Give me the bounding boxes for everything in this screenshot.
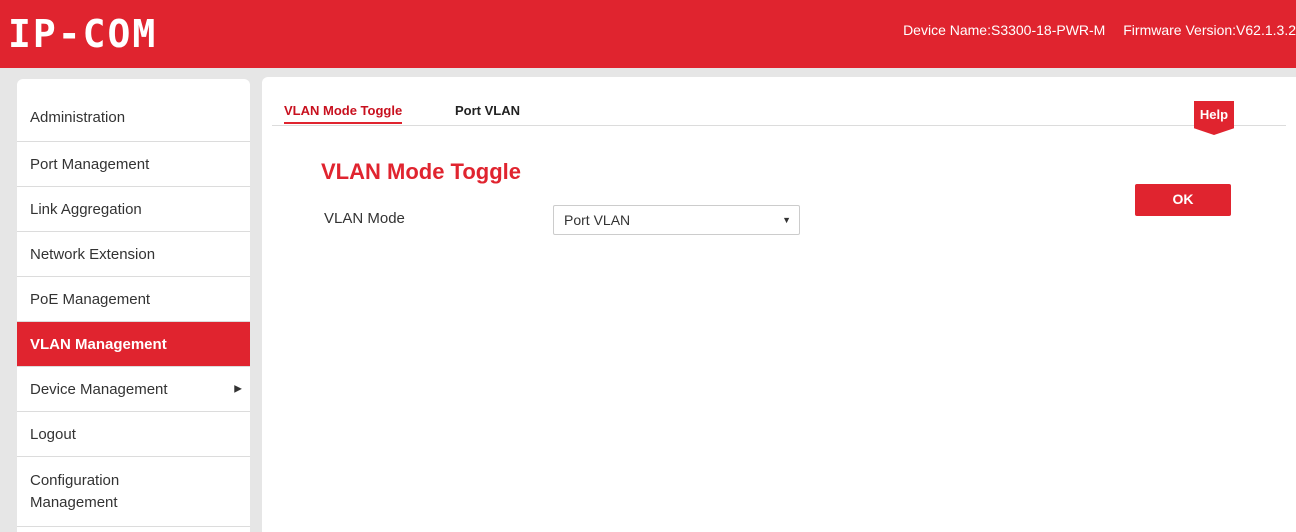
sidebar-item-label: Link Aggregation [30,200,142,218]
chevron-down-icon: ▼ [782,215,791,225]
sidebar-item-port-management[interactable]: Port Management [17,142,250,187]
sidebar-item-administration[interactable]: Administration [17,79,250,142]
device-info: Device Name:S3300-18-PWR-M Firmware Vers… [889,22,1296,38]
sidebar-item-label: Network Extension [30,245,156,263]
tab-bar: VLAN Mode Toggle Port VLAN Help [272,101,1286,135]
sidebar-item-label: Administration [30,108,126,126]
page-title: VLAN Mode Toggle [321,159,522,184]
tab-vlan-mode-toggle[interactable]: VLAN Mode Toggle [284,103,403,124]
sidebar-item-label: Port Management [30,155,150,173]
sidebar-item-label: Configuration Management [30,471,120,511]
device-name-text: Device Name:S3300-18-PWR-M [903,22,1106,38]
vlan-mode-selected-value: Port VLAN [564,212,631,228]
triangle-right-icon: ▶ [234,383,242,395]
main-content-panel: VLAN Mode Toggle Port VLAN Help VLAN Mod… [262,77,1296,532]
sidebar-item-network-extension[interactable]: Network Extension [17,232,250,277]
brand-logo: IP-COM [8,12,158,56]
sidebar-item-label: Logout [30,425,76,443]
ok-button[interactable]: OK [1135,184,1231,216]
sidebar-item-poe-management[interactable]: PoE Management [17,277,250,322]
help-button[interactable]: Help [1194,101,1234,135]
sidebar-item-label: VLAN Management [30,335,167,353]
sidebar-item-label: PoE Management [30,290,151,308]
sidebar-item-link-aggregation[interactable]: Link Aggregation [17,187,250,232]
top-header-bar: IP-COM Device Name:S3300-18-PWR-M Firmwa… [0,0,1296,68]
sidebar-item-device-management[interactable]: Device Management ▶ [17,367,250,412]
sidebar-item-label: Device Management [30,380,168,398]
sidebar-item-configuration-management[interactable]: Configuration Management [17,457,250,527]
sidebar-item-vlan-management[interactable]: VLAN Management [17,322,250,367]
sidebar-menu: Administration Port Management Link Aggr… [17,79,250,532]
vlan-mode-select[interactable]: Port VLAN ▼ [553,205,800,235]
tab-port-vlan[interactable]: Port VLAN [455,103,520,122]
sidebar-item-logout[interactable]: Logout [17,412,250,457]
vlan-mode-label: VLAN Mode [324,210,405,227]
firmware-version-text: Firmware Version:V62.1.3.2 [1123,22,1296,38]
